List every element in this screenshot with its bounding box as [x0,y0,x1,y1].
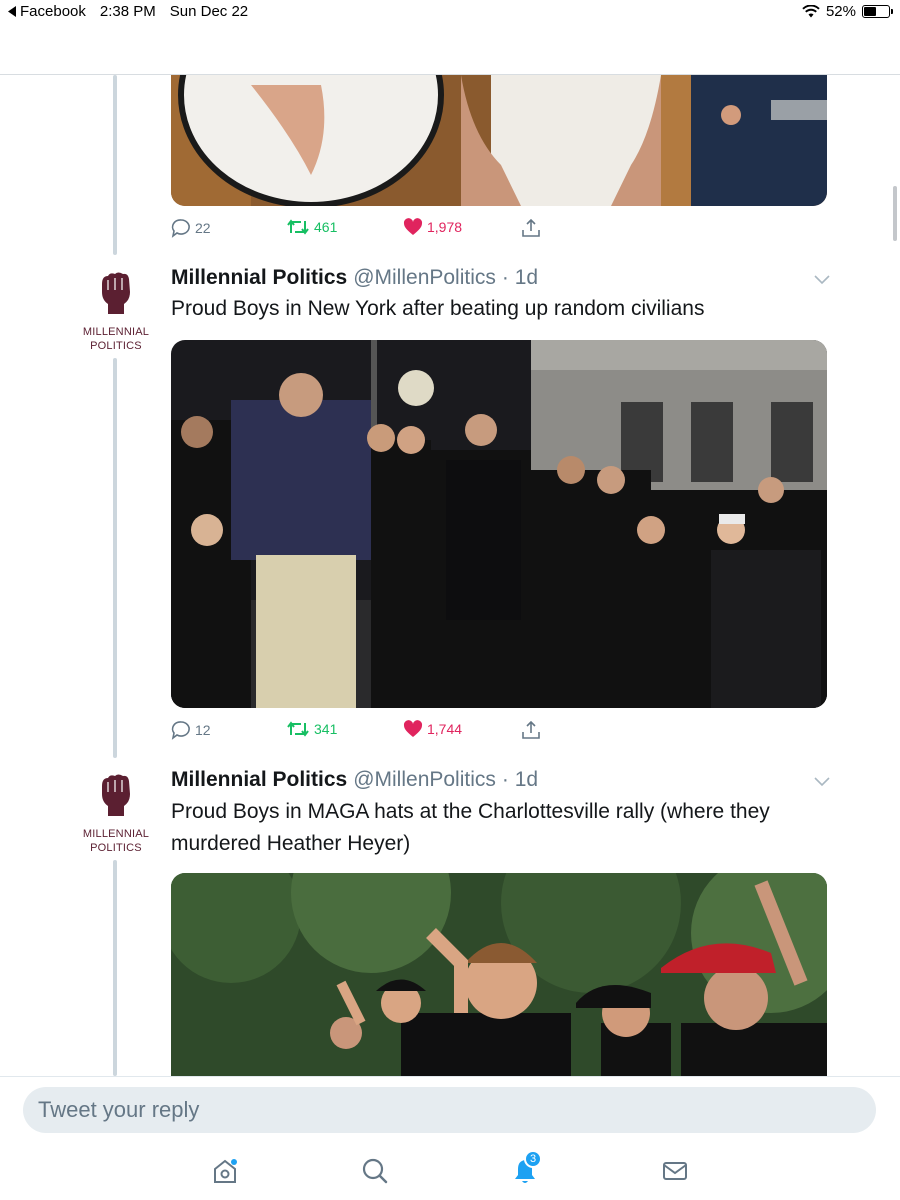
tweet-time: · 1d [501,768,539,791]
like-count: 1,978 [427,219,463,235]
chevron-down-icon[interactable] [814,275,830,285]
share-action[interactable] [521,218,541,238]
tweet-text: Proud Boys in New York after beating up … [171,297,705,320]
tab-home[interactable] [210,1156,240,1186]
heart-icon [403,218,423,235]
reply-placeholder: Tweet your reply [38,1097,200,1122]
retweet-icon [287,721,309,737]
back-arrow-icon [8,6,16,17]
avatar-brand-line: MILLENNIAL [82,326,150,338]
avatar-brand-line: POLITICS [90,842,142,854]
scroll-indicator[interactable] [893,186,897,241]
like-count: 1,744 [427,721,463,737]
like-action[interactable]: 1,978 [403,218,462,236]
author-handle[interactable]: @MillenPolitics [353,768,496,792]
author-name[interactable]: Millennial Politics [171,768,347,792]
tweet-text: Proud Boys in MAGA hats at the Charlotte… [171,800,770,855]
avatar[interactable]: MILLENNIAL POLITICS [78,772,154,855]
status-date: Sun Dec 22 [169,3,249,20]
battery-icon [862,5,893,18]
reply-action[interactable]: 12 [171,720,211,740]
avatar-brand-text: MILLENNIAL POLITICS [78,325,154,353]
battery-fill [864,7,877,16]
tab-notifications[interactable]: 3 [510,1150,542,1186]
retweet-count: 341 [314,721,338,737]
tweet-media[interactable] [171,873,827,1076]
thread-line [113,860,117,1076]
reply-input[interactable]: Tweet your reply [23,1087,876,1133]
mail-icon [663,1162,687,1180]
battery-percent: 52% [825,3,856,20]
retweet-icon [287,219,309,235]
share-icon [522,218,540,237]
reply-action[interactable]: 22 [171,218,211,238]
retweet-action[interactable]: 461 [286,218,337,236]
tweet-actions: 22 461 1,978 [171,218,571,242]
author-handle[interactable]: @MillenPolitics [353,266,496,290]
reply-icon [171,721,190,740]
home-icon [214,1159,237,1183]
tweet-media[interactable] [171,340,827,708]
notification-badge: 3 [524,1150,542,1168]
chevron-down-icon[interactable] [814,777,830,787]
raised-fist-icon [102,272,130,314]
avatar-brand-line: MILLENNIAL [82,828,150,840]
avatar-brand-line: POLITICS [90,340,142,352]
tweet-header: Millennial Politics @MillenPolitics · 1d [171,768,538,792]
back-app-label: Facebook [20,3,86,20]
retweet-action[interactable]: 341 [286,720,337,738]
tab-search[interactable] [360,1156,390,1186]
reply-divider [0,1076,900,1077]
thread-line [113,75,117,255]
tab-messages[interactable] [660,1156,690,1186]
back-to-app[interactable]: Facebook [8,3,86,20]
thread-line [113,358,117,758]
status-bar: Facebook 2:38 PM Sun Dec 22 52% [0,0,900,24]
reply-count: 12 [195,722,211,738]
reply-count: 22 [195,220,211,236]
share-action[interactable] [521,720,541,740]
share-icon [522,720,540,739]
avatar[interactable]: MILLENNIAL POLITICS [78,270,154,353]
retweet-count: 461 [314,219,338,235]
tweet-media[interactable] [171,75,827,206]
wifi-icon [802,5,820,18]
status-time: 2:38 PM [99,3,156,20]
heart-icon [403,720,423,737]
avatar-brand-text: MILLENNIAL POLITICS [78,827,154,855]
tweet-header: Millennial Politics @MillenPolitics · 1d [171,266,538,290]
tweet-actions: 12 341 1,744 [171,720,571,744]
raised-fist-icon [102,774,130,816]
tab-bar: 3 [0,1148,900,1200]
tweet-time: · 1d [501,266,539,289]
reply-icon [171,219,190,238]
author-name[interactable]: Millennial Politics [171,266,347,290]
like-action[interactable]: 1,744 [403,720,462,738]
search-icon [362,1158,388,1184]
